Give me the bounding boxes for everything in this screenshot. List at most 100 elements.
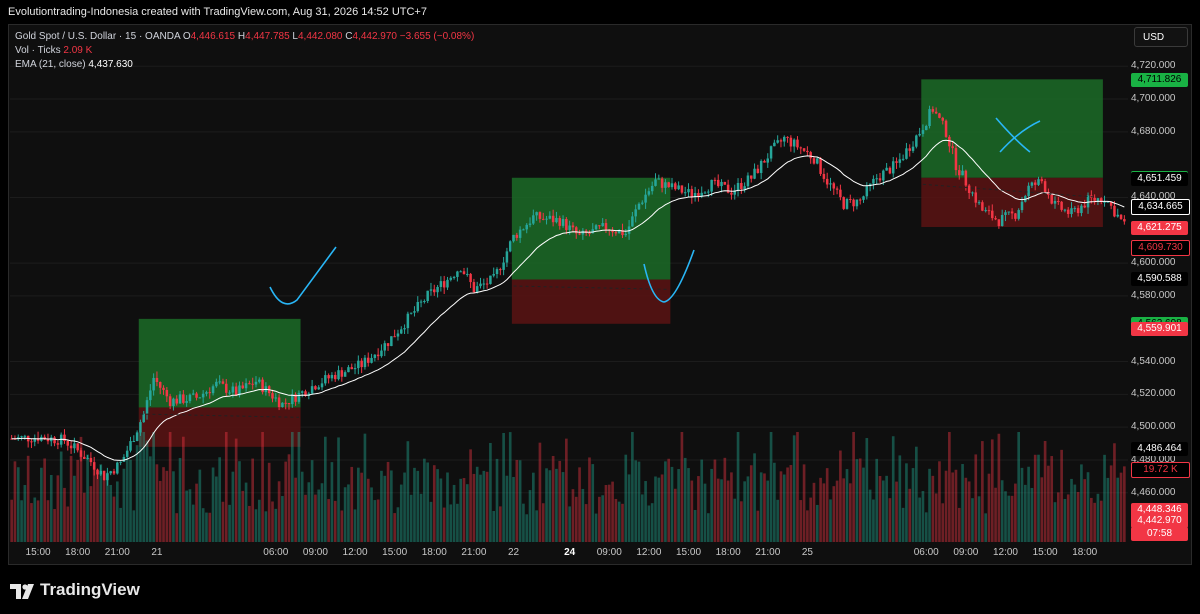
volume-bar [314, 494, 317, 542]
volume-bar [984, 513, 987, 542]
candle-body [835, 188, 839, 190]
candle-body [908, 148, 911, 151]
candle-body [1060, 201, 1063, 210]
candle-body [89, 457, 93, 463]
candle-body [409, 312, 413, 314]
volume-bar [76, 459, 80, 542]
ema-label[interactable]: EMA (21, close) [15, 59, 86, 70]
volume-bar [839, 450, 842, 542]
volume-row: Vol · Ticks 2.09 K [15, 44, 474, 58]
candle-body [1123, 219, 1126, 222]
volume-bar [792, 435, 796, 542]
volume-bar [208, 512, 212, 542]
candle-body [981, 202, 984, 211]
volume-bar [1043, 441, 1047, 542]
ohlc-low-value: 4,442.080 [297, 31, 343, 42]
volume-bar [244, 482, 248, 542]
volume-bar [522, 503, 525, 542]
volume-bar [1099, 500, 1103, 542]
volume-bar [967, 481, 971, 542]
candle-body [185, 401, 188, 403]
volume-bar [1063, 498, 1067, 542]
candle-body [832, 183, 836, 189]
tradingview-logo-icon [10, 584, 34, 599]
volume-bar [191, 504, 195, 542]
candle-body [951, 146, 954, 149]
candle-body [191, 393, 195, 395]
candle-body [1027, 185, 1030, 197]
volume-bar [1103, 454, 1106, 542]
volume-bar [538, 442, 542, 542]
volume-label[interactable]: Vol · Ticks [15, 45, 61, 56]
candle-body [366, 357, 370, 363]
volume-bar [918, 497, 921, 542]
price-axis-tick: 4,680.000 [1131, 125, 1176, 137]
volume-bar [16, 467, 20, 542]
volume-bar [145, 440, 149, 542]
candle-body [977, 202, 981, 204]
candle-body [924, 126, 928, 131]
volume-bar [1119, 472, 1123, 542]
candle-body [1093, 197, 1096, 201]
volume-bar [726, 480, 730, 542]
volume-bar [195, 483, 198, 542]
volume-bar [773, 462, 776, 542]
volume-bar [1047, 465, 1050, 542]
candle-body [251, 383, 254, 385]
candle-body [683, 192, 687, 194]
volume-bar [172, 471, 175, 542]
currency-button[interactable]: USD [1134, 27, 1188, 47]
volume-bar [815, 504, 819, 542]
candle-body [112, 471, 116, 474]
symbol-name[interactable]: Gold Spot / U.S. Dollar · 15 · OANDA [15, 31, 180, 42]
price-chart[interactable] [0, 0, 1200, 614]
volume-bar [383, 475, 387, 542]
candle-body [806, 150, 809, 153]
candle-body [624, 233, 628, 236]
volume-bar [948, 432, 951, 542]
candle-body [819, 158, 822, 174]
volume-bar [819, 477, 822, 542]
time-axis-tick: 12:00 [636, 547, 662, 558]
volume-bar [284, 461, 288, 542]
volume-bar [36, 500, 40, 542]
candle-body [86, 457, 89, 459]
volume-bar [607, 484, 611, 542]
volume-bar [1030, 487, 1034, 542]
candle-body [865, 186, 869, 197]
candle-body [591, 229, 595, 234]
volume-bar [482, 470, 486, 542]
candle-body [532, 215, 535, 224]
volume-bar [49, 475, 53, 542]
volume-bar [512, 476, 515, 542]
volume-bar [1017, 432, 1021, 542]
volume-bar [769, 432, 773, 542]
volume-bar [423, 458, 426, 542]
volume-bar [300, 471, 304, 542]
time-axis-tick: 15:00 [675, 547, 702, 558]
volume-bar [700, 459, 704, 542]
volume-bar [568, 506, 571, 542]
volume-bar [43, 458, 46, 542]
volume-bar [498, 506, 502, 542]
candle-body [152, 377, 155, 391]
volume-bar [86, 454, 89, 542]
volume-bar [994, 487, 997, 542]
candle-body [287, 402, 291, 405]
candle-body [799, 147, 803, 149]
volume-bar [888, 498, 892, 542]
volume-bar [185, 490, 188, 542]
volume-bar [327, 499, 330, 542]
volume-bar [294, 477, 297, 542]
volume-bar [545, 468, 548, 542]
candle-body [1083, 205, 1086, 208]
candle-body [370, 357, 373, 363]
candle-body [198, 397, 202, 399]
volume-bar [333, 500, 337, 542]
candle-body [862, 196, 865, 200]
candle-body [1010, 211, 1014, 214]
volume-bar [109, 484, 113, 542]
candle-body [1053, 200, 1057, 204]
volume-bar [264, 511, 268, 542]
time-axis-tick: 15:00 [25, 547, 51, 558]
